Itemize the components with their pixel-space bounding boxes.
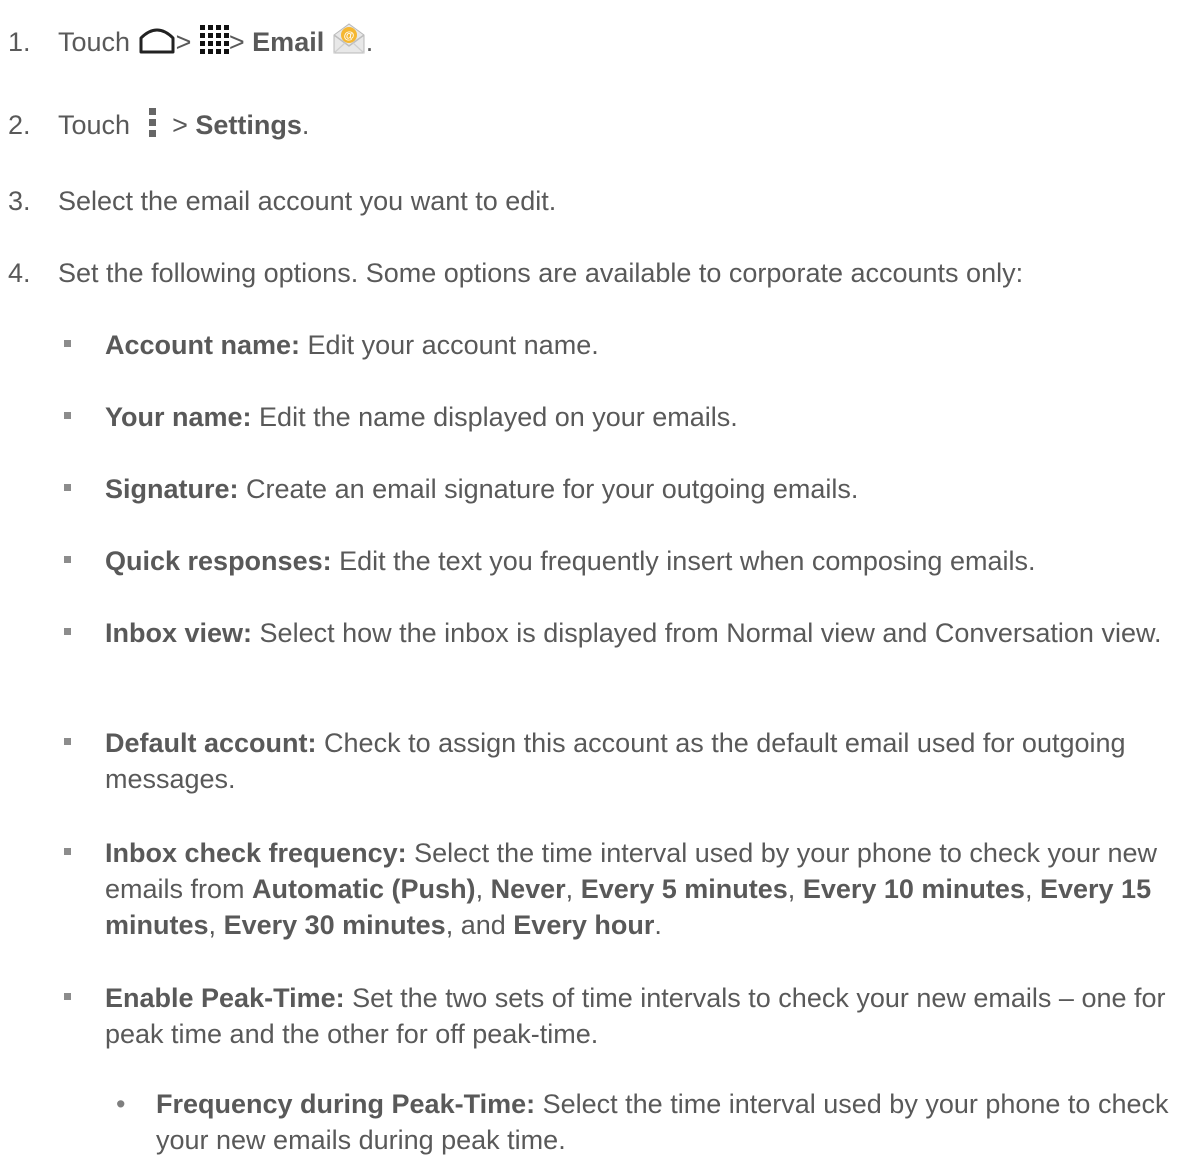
option-label: Quick responses: xyxy=(105,546,332,576)
option-desc: Edit your account name. xyxy=(307,330,599,360)
step-text: Set the following options. Some options … xyxy=(58,258,1024,288)
bullet-square xyxy=(64,738,71,745)
bullet-square xyxy=(64,628,71,635)
list-separator: , xyxy=(565,874,574,904)
bullet-square xyxy=(64,848,71,855)
home-icon xyxy=(138,26,176,54)
step-number: 3. xyxy=(8,186,31,216)
bullet-square xyxy=(64,412,71,419)
svg-text:@: @ xyxy=(343,30,354,42)
option-label: Inbox check frequency: xyxy=(105,838,407,868)
list-separator: , xyxy=(208,910,217,940)
bullet-square xyxy=(64,556,71,563)
bullet-square xyxy=(64,484,71,491)
settings-label: Settings xyxy=(195,110,302,140)
email-app-icon: @ xyxy=(332,21,366,55)
frequency-choice: Every 30 minutes xyxy=(223,910,446,940)
bullet-square xyxy=(64,993,71,1000)
option-label: Signature: xyxy=(105,474,239,504)
sub-option-label: Frequency during Peak-Time: xyxy=(156,1089,536,1119)
conjunction: and xyxy=(460,910,506,940)
step-text: Touch > Settings. xyxy=(58,107,309,143)
step-number: 1. xyxy=(8,27,31,57)
step-prefix: Touch xyxy=(58,110,131,140)
option-label: Inbox view: xyxy=(105,618,253,648)
list-separator: , xyxy=(1024,874,1033,904)
step-text: Touch > > Email @ . xyxy=(58,21,374,60)
separator: > xyxy=(228,27,245,57)
apps-icon xyxy=(199,24,229,54)
frequency-choice: Every hour xyxy=(513,910,655,940)
step-number: 2. xyxy=(8,110,31,140)
step-suffix: . xyxy=(301,110,310,140)
option-desc: Edit the name displayed on your emails. xyxy=(259,402,738,432)
option-label: Your name: xyxy=(105,402,252,432)
step-suffix: . xyxy=(365,27,374,57)
email-label: Email xyxy=(252,27,325,57)
list-separator: , xyxy=(445,910,454,940)
menu-icon xyxy=(146,107,160,139)
step-text: Select the email account you want to edi… xyxy=(58,186,557,216)
separator: > xyxy=(172,110,188,140)
frequency-choice: Automatic (Push) xyxy=(252,874,476,904)
frequency-choice: Every 5 minutes xyxy=(580,874,788,904)
bullet-dot: • xyxy=(116,1089,126,1119)
option-label: Default account: xyxy=(105,728,317,758)
step-number: 4. xyxy=(8,258,31,288)
frequency-choice: Never xyxy=(490,874,566,904)
option-desc: Edit the text you frequently insert when… xyxy=(339,546,1036,576)
frequency-choice: Every 10 minutes xyxy=(802,874,1025,904)
option-label: Enable Peak-Time: xyxy=(105,983,345,1013)
option-label: Account name: xyxy=(105,330,301,360)
step-prefix: Touch xyxy=(58,27,131,57)
list-separator: , xyxy=(475,874,484,904)
bullet-square xyxy=(64,340,71,347)
separator: > xyxy=(175,27,192,57)
option-desc: Select how the inbox is displayed from N… xyxy=(259,618,1162,648)
option-desc: Create an email signature for your outgo… xyxy=(246,474,859,504)
list-end: . xyxy=(654,910,662,940)
list-separator: , xyxy=(787,874,796,904)
